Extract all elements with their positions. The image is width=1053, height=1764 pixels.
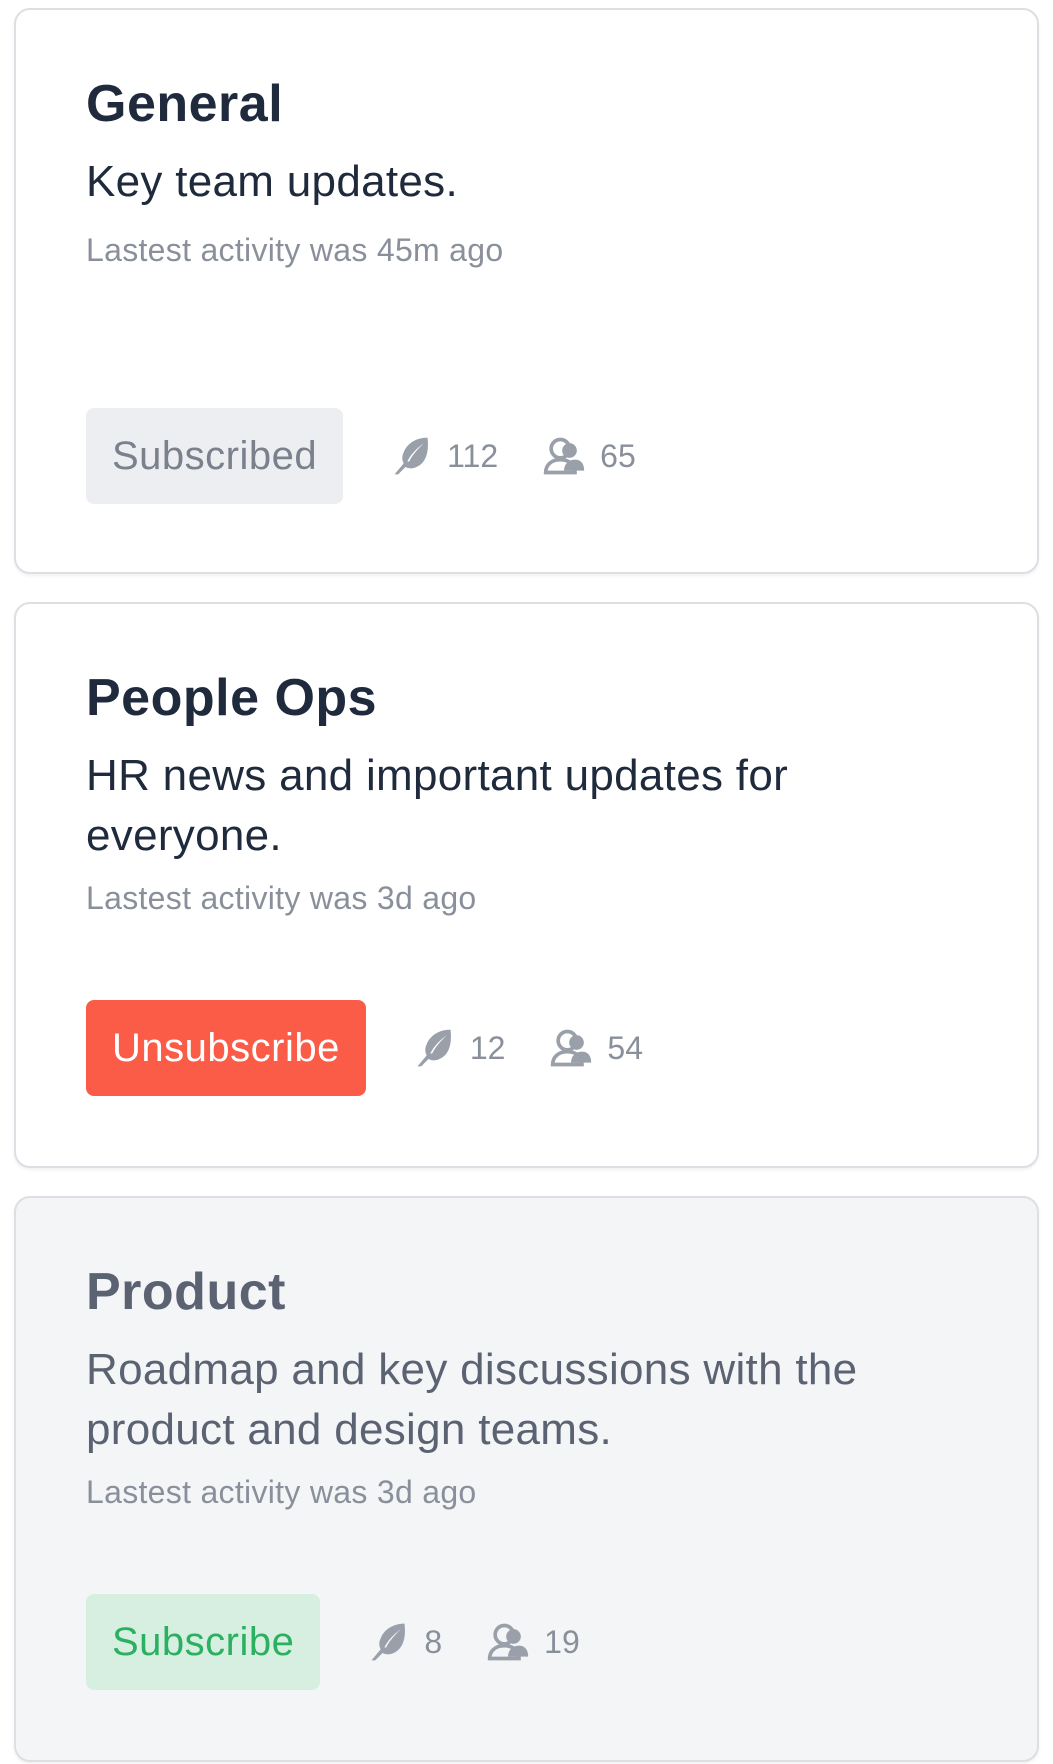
channel-actions: Unsubscribe 12 54 bbox=[86, 1000, 643, 1096]
feather-icon bbox=[417, 1029, 451, 1067]
posts-stat: 8 bbox=[366, 1620, 442, 1664]
channel-title: People Ops bbox=[86, 669, 378, 727]
channel-description: HR news and important updates for everyo… bbox=[86, 751, 789, 860]
feather-icon bbox=[394, 437, 429, 475]
channel-activity: Lastest activity was 3d ago bbox=[86, 880, 477, 916]
subscribe-button[interactable]: Subscribe bbox=[86, 1594, 321, 1690]
members-count: 19 bbox=[544, 1623, 580, 1660]
channel-title: General bbox=[86, 75, 284, 133]
channel-list: General Key team updates. Lastest activi… bbox=[0, 0, 1053, 1764]
feather-icon bbox=[371, 1623, 406, 1661]
channel-actions: Subscribe 8 19 bbox=[86, 1594, 580, 1690]
users-icon bbox=[488, 1623, 529, 1661]
members-stat: 65 bbox=[542, 434, 636, 478]
members-stat: 54 bbox=[549, 1026, 643, 1070]
channel-description: Roadmap and key discussions with the pro… bbox=[86, 1345, 858, 1454]
members-stat: 19 bbox=[486, 1620, 580, 1664]
channel-description: Key team updates. bbox=[86, 157, 458, 206]
users-icon bbox=[543, 437, 585, 475]
posts-count: 12 bbox=[469, 1029, 506, 1066]
unsubscribe-button[interactable]: Unsubscribe bbox=[86, 1000, 366, 1096]
channel-card-people-ops: People Ops HR news and important updates… bbox=[14, 602, 1039, 1168]
channel-actions: Subscribed 112 65 bbox=[86, 408, 636, 504]
posts-stat: 112 bbox=[389, 434, 498, 478]
channel-activity: Lastest activity was 3d ago bbox=[86, 1474, 477, 1510]
posts-count: 112 bbox=[447, 437, 499, 474]
channel-activity: Lastest activity was 45m ago bbox=[86, 232, 504, 268]
channel-card-product: Product Roadmap and key discussions with… bbox=[14, 1196, 1039, 1762]
posts-stat: 12 bbox=[412, 1026, 506, 1070]
channel-title: Product bbox=[86, 1263, 286, 1321]
channel-card-general: General Key team updates. Lastest activi… bbox=[14, 8, 1039, 574]
members-count: 54 bbox=[607, 1029, 644, 1066]
subscribed-button[interactable]: Subscribed bbox=[86, 408, 344, 504]
users-icon bbox=[551, 1029, 592, 1067]
members-count: 65 bbox=[600, 437, 636, 474]
posts-count: 8 bbox=[424, 1623, 443, 1660]
